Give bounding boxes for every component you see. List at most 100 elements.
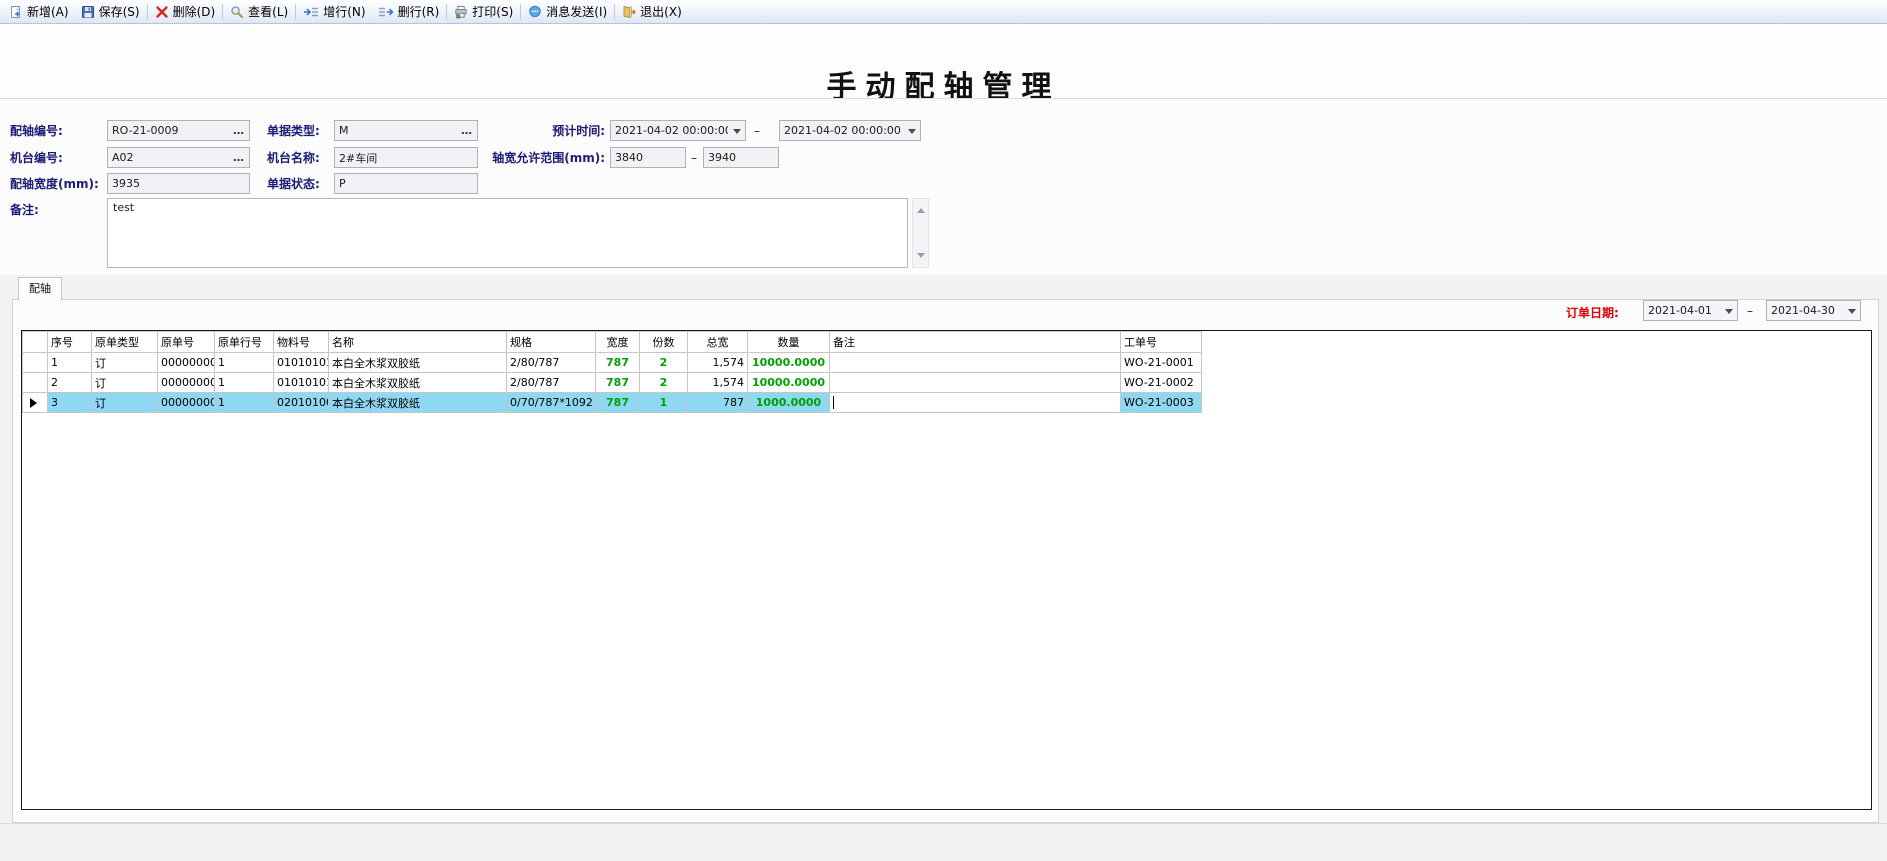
- grid-column-header[interactable]: 宽度: [596, 332, 640, 353]
- doc-type-lookup-button[interactable]: …: [457, 124, 473, 137]
- grid-cell[interactable]: WO-21-0002: [1121, 373, 1202, 393]
- plan-time-from-combo[interactable]: 2021-04-02 00:00:00: [610, 120, 746, 141]
- grid-row[interactable]: 2订00000000031010101010本白全木浆双胶纸2/80/78778…: [23, 373, 1202, 393]
- grid-cell[interactable]: 本白全木浆双胶纸: [329, 353, 507, 373]
- toolbar-button-add-row[interactable]: 增行(N): [297, 1, 371, 23]
- grid-column-header[interactable]: 名称: [329, 332, 507, 353]
- grid-cell[interactable]: 020101001: [274, 393, 329, 413]
- scroll-up-icon[interactable]: [917, 204, 925, 213]
- toolbar-button-label: 查看(L): [248, 3, 288, 20]
- grid-cell[interactable]: 1000.0000: [748, 393, 830, 413]
- grid-cell[interactable]: 10000.0000: [748, 373, 830, 393]
- row-indicator-cell[interactable]: [23, 373, 48, 393]
- toolbar-button-new-document[interactable]: 新增(A): [3, 1, 75, 23]
- grid-cell[interactable]: 2/80/787: [507, 353, 596, 373]
- toolbar-button-delete[interactable]: 删除(D): [149, 1, 222, 23]
- grid-indicator-header[interactable]: [23, 332, 48, 353]
- machine-no-label: 机台编号:: [10, 151, 63, 165]
- grid-cell[interactable]: 1: [215, 393, 274, 413]
- grid-cell[interactable]: 订: [92, 393, 158, 413]
- chevron-down-icon[interactable]: [733, 129, 741, 138]
- order-date-from-combo[interactable]: 2021-04-01: [1643, 300, 1738, 321]
- tab-roll-config[interactable]: 配轴: [18, 277, 62, 300]
- roll-no-lookup-button[interactable]: …: [229, 124, 245, 137]
- chevron-down-icon[interactable]: [1725, 309, 1733, 318]
- grid-cell[interactable]: WO-21-0003: [1121, 393, 1202, 413]
- toolbar-button-print[interactable]: 打印(S): [448, 1, 519, 23]
- grid-cell[interactable]: 1,574: [688, 373, 748, 393]
- grid-row[interactable]: 3订00000000071020101001本白全木浆双胶纸0/70/787*1…: [23, 393, 1202, 413]
- row-indicator-cell[interactable]: [23, 353, 48, 373]
- toolbar-button-view[interactable]: 查看(L): [224, 1, 294, 23]
- grid-cell[interactable]: WO-21-0001: [1121, 353, 1202, 373]
- grid-cell[interactable]: 订: [92, 353, 158, 373]
- grid-column-header[interactable]: 总宽: [688, 332, 748, 353]
- grid-cell[interactable]: 787: [688, 393, 748, 413]
- scroll-down-icon[interactable]: [917, 253, 925, 262]
- toolbar-button-send-message[interactable]: 消息发送(I): [522, 1, 613, 23]
- plan-time-to-value: 2021-04-02 00:00:00: [784, 124, 903, 137]
- grid-cell[interactable]: 2: [48, 373, 92, 393]
- grid-cell[interactable]: 10000.0000: [748, 353, 830, 373]
- row-indicator-cell[interactable]: [23, 393, 48, 413]
- grid-cell[interactable]: 3: [48, 393, 92, 413]
- grid-column-header[interactable]: 物料号: [274, 332, 329, 353]
- order-date-to-combo[interactable]: 2021-04-30: [1766, 300, 1861, 321]
- grid-column-header[interactable]: 备注: [830, 332, 1121, 353]
- grid-column-header[interactable]: 原单号: [158, 332, 215, 353]
- toolbar-button-exit[interactable]: 退出(X): [616, 1, 688, 23]
- grid-cell[interactable]: 0000000007: [158, 393, 215, 413]
- grid-cell[interactable]: 本白全木浆双胶纸: [329, 373, 507, 393]
- grid-cell[interactable]: 2: [640, 373, 688, 393]
- machine-no-lookup-button[interactable]: …: [229, 151, 245, 164]
- order-date-from-value: 2021-04-01: [1648, 304, 1720, 317]
- doc-status-input[interactable]: P: [334, 173, 478, 194]
- grid-cell[interactable]: 0000000006: [158, 353, 215, 373]
- grid-cell[interactable]: 1: [215, 373, 274, 393]
- current-row-arrow-icon: [30, 398, 42, 408]
- plan-time-to-combo[interactable]: 2021-04-02 00:00:00: [779, 120, 921, 141]
- grid-cell[interactable]: 订: [92, 373, 158, 393]
- machine-name-input[interactable]: 2#车间: [334, 147, 478, 168]
- grid-cell[interactable]: 787: [596, 353, 640, 373]
- grid-cell[interactable]: 2/80/787: [507, 373, 596, 393]
- width-range-to-input[interactable]: 3940: [703, 147, 779, 168]
- toolbar-button-save[interactable]: 保存(S): [75, 1, 146, 23]
- grid-column-header[interactable]: 规格: [507, 332, 596, 353]
- grid-cell[interactable]: 1: [48, 353, 92, 373]
- grid-cell[interactable]: 787: [596, 393, 640, 413]
- roll-no-input[interactable]: RO-21-0009 …: [107, 120, 250, 141]
- grid-column-header[interactable]: 序号: [48, 332, 92, 353]
- toolbar-button-delete-row[interactable]: 删行(R): [372, 1, 446, 23]
- chevron-down-icon[interactable]: [1848, 309, 1856, 318]
- grid-cell[interactable]: [830, 393, 1121, 413]
- grid-header-row: 序号原单类型原单号原单行号物料号名称规格宽度份数总宽数量备注工单号: [23, 332, 1202, 353]
- width-range-from-input[interactable]: 3840: [610, 147, 686, 168]
- grid-cell[interactable]: 2: [640, 353, 688, 373]
- grid-column-header[interactable]: 原单类型: [92, 332, 158, 353]
- grid-row[interactable]: 1订00000000061010101010本白全木浆双胶纸2/80/78778…: [23, 353, 1202, 373]
- machine-no-input[interactable]: A02 …: [107, 147, 250, 168]
- remark-textarea[interactable]: [107, 198, 908, 268]
- grid-cell[interactable]: 787: [596, 373, 640, 393]
- doc-type-input[interactable]: M …: [334, 120, 478, 141]
- grid-cell[interactable]: [830, 353, 1121, 373]
- grid-column-header[interactable]: 份数: [640, 332, 688, 353]
- grid-cell[interactable]: 1,574: [688, 353, 748, 373]
- grid-cell[interactable]: 0/70/787*1092: [507, 393, 596, 413]
- grid-column-header[interactable]: 数量: [748, 332, 830, 353]
- grid-cell[interactable]: 0000000003: [158, 373, 215, 393]
- grid-cell[interactable]: 010101010: [274, 373, 329, 393]
- grid-cell[interactable]: [830, 373, 1121, 393]
- remark-scrollbar[interactable]: [912, 198, 929, 268]
- grid-cell[interactable]: 010101010: [274, 353, 329, 373]
- grid-cell[interactable]: 1: [215, 353, 274, 373]
- send-message-icon: [528, 5, 542, 19]
- chevron-down-icon[interactable]: [908, 129, 916, 138]
- grid-cell[interactable]: 1: [640, 393, 688, 413]
- grid-column-header[interactable]: 原单行号: [215, 332, 274, 353]
- grid-column-header[interactable]: 工单号: [1121, 332, 1202, 353]
- doc-status-value: P: [339, 177, 473, 190]
- roll-width-input[interactable]: 3935: [107, 173, 250, 194]
- grid-cell[interactable]: 本白全木浆双胶纸: [329, 393, 507, 413]
